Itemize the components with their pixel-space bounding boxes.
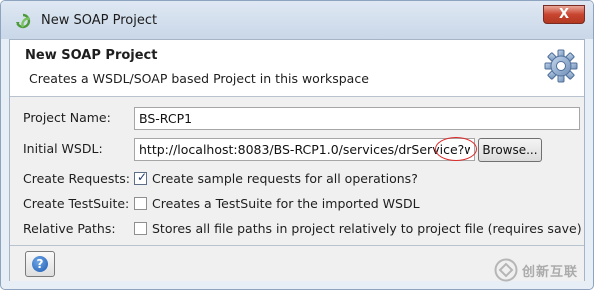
close-button[interactable]: X bbox=[543, 5, 585, 24]
create-requests-label: Create Requests: bbox=[23, 171, 131, 186]
create-testsuite-text: Creates a TestSuite for the imported WSD… bbox=[152, 196, 420, 211]
project-name-label: Project Name: bbox=[23, 110, 111, 125]
create-testsuite-label: Create TestSuite: bbox=[23, 196, 130, 211]
new-soap-project-dialog: New SOAP Project X New SOAP Project Crea… bbox=[0, 0, 594, 290]
project-name-input[interactable] bbox=[134, 107, 580, 130]
relative-paths-label: Relative Paths: bbox=[23, 221, 116, 236]
browse-button[interactable]: Browse... bbox=[478, 138, 542, 162]
header-description: Creates a WSDL/SOAP based Project in thi… bbox=[29, 71, 369, 86]
header-title: New SOAP Project bbox=[25, 48, 158, 63]
title-bar[interactable]: New SOAP Project X bbox=[1, 1, 593, 39]
watermark: 创新互联 bbox=[494, 256, 592, 284]
watermark-logo-icon bbox=[494, 258, 518, 282]
create-requests-checkbox[interactable]: ✓ bbox=[134, 170, 148, 185]
close-icon: X bbox=[558, 7, 570, 22]
initial-wsdl-label: Initial WSDL: bbox=[23, 141, 103, 156]
gear-icon bbox=[544, 49, 578, 83]
initial-wsdl-input[interactable] bbox=[134, 138, 475, 161]
help-icon: ? bbox=[32, 256, 48, 272]
create-requests-text: Create sample requests for all operation… bbox=[152, 171, 418, 186]
checkmark-icon: ✓ bbox=[137, 170, 148, 184]
soapui-icon bbox=[16, 13, 31, 29]
dialog-content: New SOAP Project Creates a WSDL/SOAP bas… bbox=[9, 39, 585, 281]
relative-paths-checkbox[interactable] bbox=[134, 222, 147, 235]
window-title: New SOAP Project bbox=[41, 13, 158, 28]
project-form: Project Name: Initial WSDL: Browse... Cr… bbox=[10, 97, 584, 245]
help-button[interactable]: ? bbox=[25, 251, 55, 277]
watermark-text: 创新互联 bbox=[522, 264, 579, 280]
create-testsuite-checkbox[interactable] bbox=[134, 197, 147, 210]
relative-paths-text: Stores all file paths in project relativ… bbox=[152, 221, 582, 236]
dialog-header: New SOAP Project Creates a WSDL/SOAP bas… bbox=[10, 40, 584, 96]
